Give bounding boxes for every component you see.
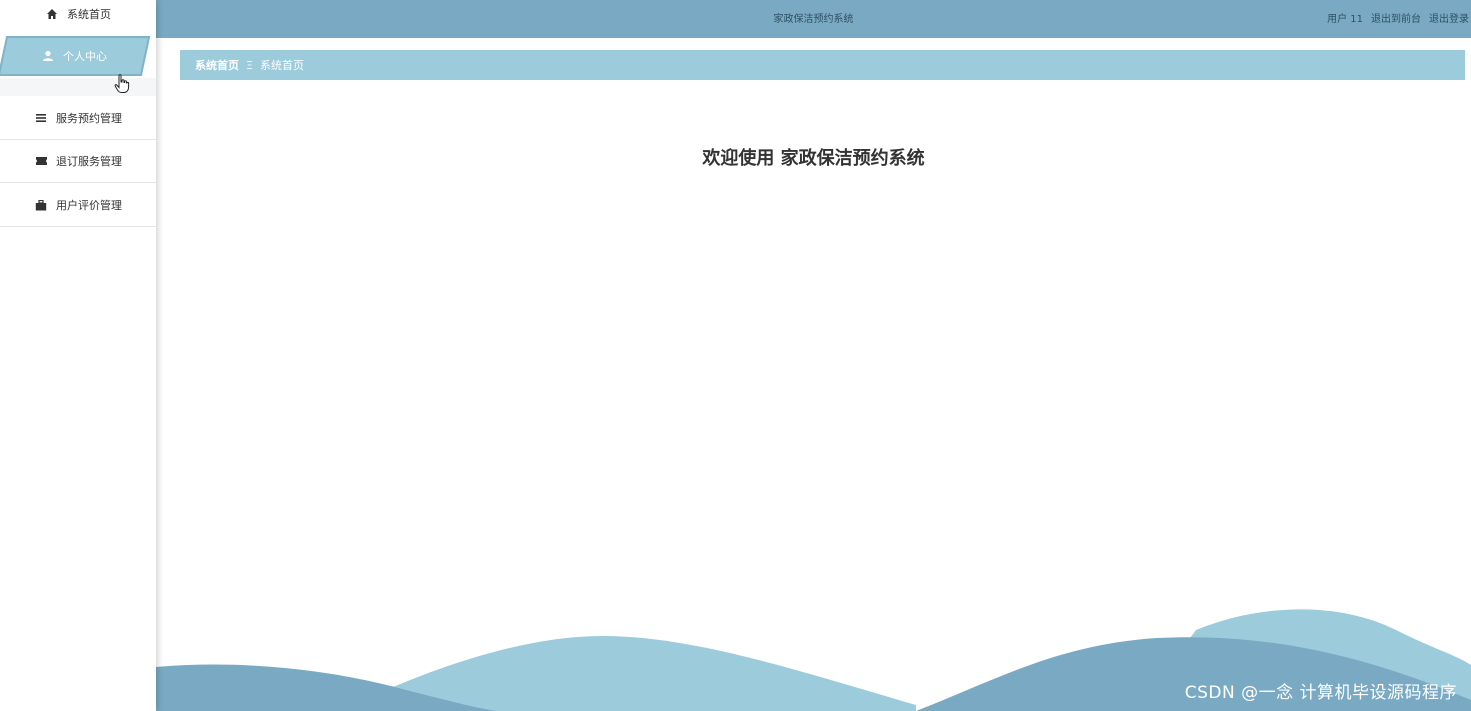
logout-link[interactable]: 退出登录 xyxy=(1429,10,1469,25)
sidebar-item-service-booking[interactable]: 服务预约管理 xyxy=(0,97,156,140)
briefcase-icon xyxy=(34,198,48,212)
list-icon xyxy=(34,111,48,125)
sidebar-item-label: 服务预约管理 xyxy=(56,112,122,125)
app-title: 家政保洁预约系统 xyxy=(773,14,854,25)
submenu-area xyxy=(0,78,156,96)
sidebar-item-home[interactable]: 系统首页 xyxy=(0,0,156,28)
ticket-icon xyxy=(34,154,48,168)
breadcrumb: 系统首页 Ξ 系统首页 xyxy=(180,50,1465,80)
current-user: 用户 11 xyxy=(1327,14,1363,25)
user-links: 用户 11 退出到前台 退出登录 xyxy=(1327,10,1469,25)
exit-to-front-link[interactable]: 退出到前台 xyxy=(1371,10,1421,25)
sidebar: 系统首页 个人中心 服务预约管理 退订服务管理 用户评价管理 xyxy=(0,0,156,711)
sidebar-item-unsubscribe[interactable]: 退订服务管理 xyxy=(0,140,156,183)
breadcrumb-home-link[interactable]: 系统首页 xyxy=(195,57,239,73)
sidebar-item-personal-center[interactable]: 个人中心 xyxy=(0,36,151,76)
sidebar-item-label: 系统首页 xyxy=(67,8,111,21)
breadcrumb-separator: Ξ xyxy=(246,58,253,72)
breadcrumb-current: 系统首页 xyxy=(259,59,304,72)
welcome-heading: 欢迎使用 家政保洁预约系统 xyxy=(702,148,925,169)
sidebar-item-label: 退订服务管理 xyxy=(56,155,122,168)
top-bar: 家政保洁预约系统 用户 11 退出到前台 退出登录 xyxy=(156,0,1471,38)
sidebar-item-label: 个人中心 xyxy=(63,50,107,63)
hand-cursor-icon xyxy=(114,74,130,98)
user-icon xyxy=(41,49,55,63)
sidebar-item-reviews[interactable]: 用户评价管理 xyxy=(0,184,156,227)
watermark: CSDN @一念 计算机毕设源码程序 xyxy=(1184,683,1457,703)
sidebar-item-label: 用户评价管理 xyxy=(56,199,122,212)
home-icon xyxy=(45,7,59,21)
